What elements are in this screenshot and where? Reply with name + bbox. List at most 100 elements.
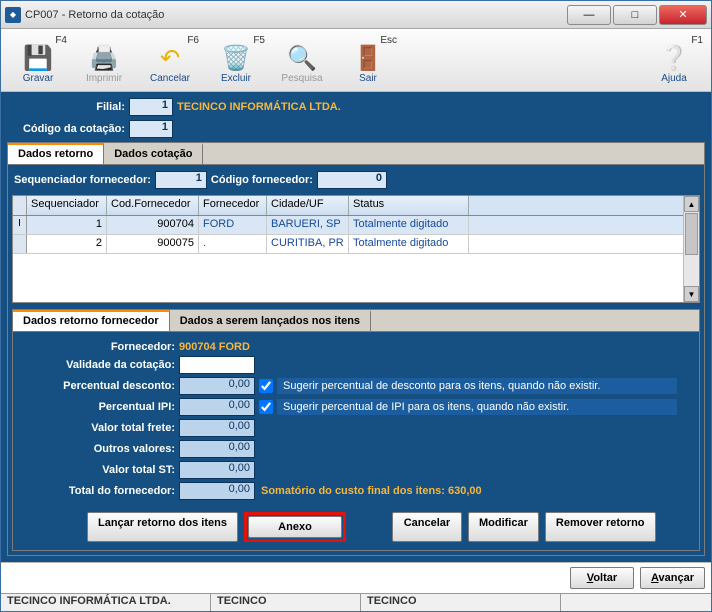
perc-ipi-hint: Sugerir percentual de IPI para os itens,… xyxy=(277,399,677,415)
cell-seq: 2 xyxy=(27,235,107,253)
cod-fornecedor-label: Código fornecedor: xyxy=(211,174,313,186)
content-area: Filial: 1 TECINCO INFORMÁTICA LTDA. Códi… xyxy=(1,92,711,562)
st-row: Valor total ST: 0,00 xyxy=(19,461,693,479)
shortcut-key: F1 xyxy=(691,35,703,46)
col-status[interactable]: Status xyxy=(349,196,469,215)
scroll-thumb[interactable] xyxy=(685,213,698,255)
perc-desc-row: Percentual desconto: 0,00 Sugerir percen… xyxy=(19,377,693,395)
perc-desc-label: Percentual desconto: xyxy=(19,380,179,392)
main-window: ◆ CP007 - Retorno da cotação — □ ✕ F4 💾 … xyxy=(0,0,712,612)
app-icon: ◆ xyxy=(5,7,21,23)
row-indicator xyxy=(13,235,27,253)
codigo-cotacao-label: Código da cotação: xyxy=(7,123,125,135)
minimize-button[interactable]: — xyxy=(567,5,611,25)
frete-label: Valor total frete: xyxy=(19,422,179,434)
toolbar-label: Excluir xyxy=(221,73,251,84)
grid-header: Sequenciador Cod.Fornecedor Fornecedor C… xyxy=(13,196,699,216)
window-title: CP007 - Retorno da cotação xyxy=(25,9,565,21)
cancelar-toolbar-button[interactable]: F6 ↶ Cancelar xyxy=(137,33,203,87)
frete-input[interactable]: 0,00 xyxy=(179,419,255,437)
remover-retorno-button[interactable]: Remover retorno xyxy=(545,512,656,542)
outros-row: Outros valores: 0,00 xyxy=(19,440,693,458)
ajuda-button[interactable]: F1 ❔ Ajuda xyxy=(641,33,707,87)
seq-row: Sequenciador fornecedor: 1 Código fornec… xyxy=(12,169,700,195)
save-icon: 💾 xyxy=(21,43,55,73)
lancar-retorno-button[interactable]: Lançar retorno dos itens xyxy=(87,512,238,542)
perc-ipi-checkbox[interactable] xyxy=(259,400,273,414)
toolbar-label: Pesquisa xyxy=(281,73,322,84)
nav-row: Voltar Avançar xyxy=(1,562,711,593)
perc-desc-checkbox[interactable] xyxy=(259,379,273,393)
cell-forn: FORD xyxy=(199,216,267,234)
gravar-button[interactable]: F4 💾 Gravar xyxy=(5,33,71,87)
close-button[interactable]: ✕ xyxy=(659,5,707,25)
col-sequenciador[interactable]: Sequenciador xyxy=(27,196,107,215)
cell-cod: 900075 xyxy=(107,235,199,253)
toolbar: F4 💾 Gravar 🖨️ Imprimir F6 ↶ Cancelar F5… xyxy=(1,29,711,92)
seq-fornecedor-label: Sequenciador fornecedor: xyxy=(14,174,151,186)
anexo-button[interactable]: Anexo xyxy=(248,516,342,538)
validade-input[interactable] xyxy=(179,356,255,374)
scroll-up-icon[interactable]: ▲ xyxy=(684,196,699,212)
filial-input[interactable]: 1 xyxy=(129,98,173,116)
cancelar-button[interactable]: Cancelar xyxy=(392,512,462,542)
titlebar: ◆ CP007 - Retorno da cotação — □ ✕ xyxy=(1,1,711,29)
cell-seq: 1 xyxy=(27,216,107,234)
col-cidade[interactable]: Cidade/UF xyxy=(267,196,349,215)
frete-row: Valor total frete: 0,00 xyxy=(19,419,693,437)
table-row[interactable]: 2 900075 . CURITIBA, PR Totalmente digit… xyxy=(13,235,699,254)
row-indicator-header xyxy=(13,196,27,215)
total-input[interactable]: 0,00 xyxy=(179,482,255,500)
undo-icon: ↶ xyxy=(153,43,187,73)
shortcut-key: F5 xyxy=(253,35,265,46)
window-controls: — □ ✕ xyxy=(565,5,707,25)
total-label: Total do fornecedor: xyxy=(19,485,179,497)
table-row[interactable]: I 1 900704 FORD BARUERI, SP Totalmente d… xyxy=(13,216,699,235)
maximize-button[interactable]: □ xyxy=(613,5,657,25)
tab-dados-retorno[interactable]: Dados retorno xyxy=(8,143,104,164)
tab-retorno-fornecedor[interactable]: Dados retorno fornecedor xyxy=(13,310,170,331)
shortcut-key: Esc xyxy=(380,35,397,46)
col-cod-fornecedor[interactable]: Cod.Fornecedor xyxy=(107,196,199,215)
perc-ipi-input[interactable]: 0,00 xyxy=(179,398,255,416)
codigo-cotacao-input[interactable]: 1 xyxy=(129,120,173,138)
grid-scrollbar[interactable]: ▲ ▼ xyxy=(683,196,699,302)
voltar-button[interactable]: Voltar xyxy=(570,567,634,589)
st-label: Valor total ST: xyxy=(19,464,179,476)
pesquisa-button: 🔍 Pesquisa xyxy=(269,33,335,87)
anexo-highlight: Anexo xyxy=(244,512,346,542)
exit-icon: 🚪 xyxy=(351,43,385,73)
cell-cidade: BARUERI, SP xyxy=(267,216,349,234)
perc-desc-input[interactable]: 0,00 xyxy=(179,377,255,395)
tab-lancados-itens[interactable]: Dados a serem lançados nos itens xyxy=(170,310,371,331)
toolbar-label: Gravar xyxy=(23,73,54,84)
cell-cidade: CURITIBA, PR xyxy=(267,235,349,253)
fornecedor-grid[interactable]: Sequenciador Cod.Fornecedor Fornecedor C… xyxy=(12,195,700,303)
validade-label: Validade da cotação: xyxy=(19,359,179,371)
row-indicator: I xyxy=(13,216,27,234)
toolbar-label: Sair xyxy=(359,73,377,84)
avancar-button[interactable]: Avançar xyxy=(640,567,705,589)
cod-fornecedor-input[interactable]: 0 xyxy=(317,171,387,189)
excluir-button[interactable]: F5 🗑️ Excluir xyxy=(203,33,269,87)
modificar-button[interactable]: Modificar xyxy=(468,512,539,542)
print-icon: 🖨️ xyxy=(87,43,121,73)
retorno-panel: Sequenciador fornecedor: 1 Código fornec… xyxy=(7,164,705,556)
outros-input[interactable]: 0,00 xyxy=(179,440,255,458)
sair-button[interactable]: Esc 🚪 Sair xyxy=(335,33,401,87)
perc-desc-hint: Sugerir percentual de desconto para os i… xyxy=(277,378,677,394)
seq-fornecedor-input[interactable]: 1 xyxy=(155,171,207,189)
st-input[interactable]: 0,00 xyxy=(179,461,255,479)
trash-icon: 🗑️ xyxy=(219,43,253,73)
outros-label: Outros valores: xyxy=(19,443,179,455)
filial-row: Filial: 1 TECINCO INFORMÁTICA LTDA. xyxy=(7,98,705,116)
scroll-down-icon[interactable]: ▼ xyxy=(684,286,699,302)
validade-row: Validade da cotação: xyxy=(19,356,693,374)
filial-label: Filial: xyxy=(7,101,125,113)
cell-forn: . xyxy=(199,235,267,253)
tab-dados-cotacao[interactable]: Dados cotação xyxy=(104,143,203,164)
col-fornecedor[interactable]: Fornecedor xyxy=(199,196,267,215)
toolbar-label: Imprimir xyxy=(86,73,122,84)
imprimir-button: 🖨️ Imprimir xyxy=(71,33,137,87)
filial-name: TECINCO INFORMÁTICA LTDA. xyxy=(177,101,341,113)
